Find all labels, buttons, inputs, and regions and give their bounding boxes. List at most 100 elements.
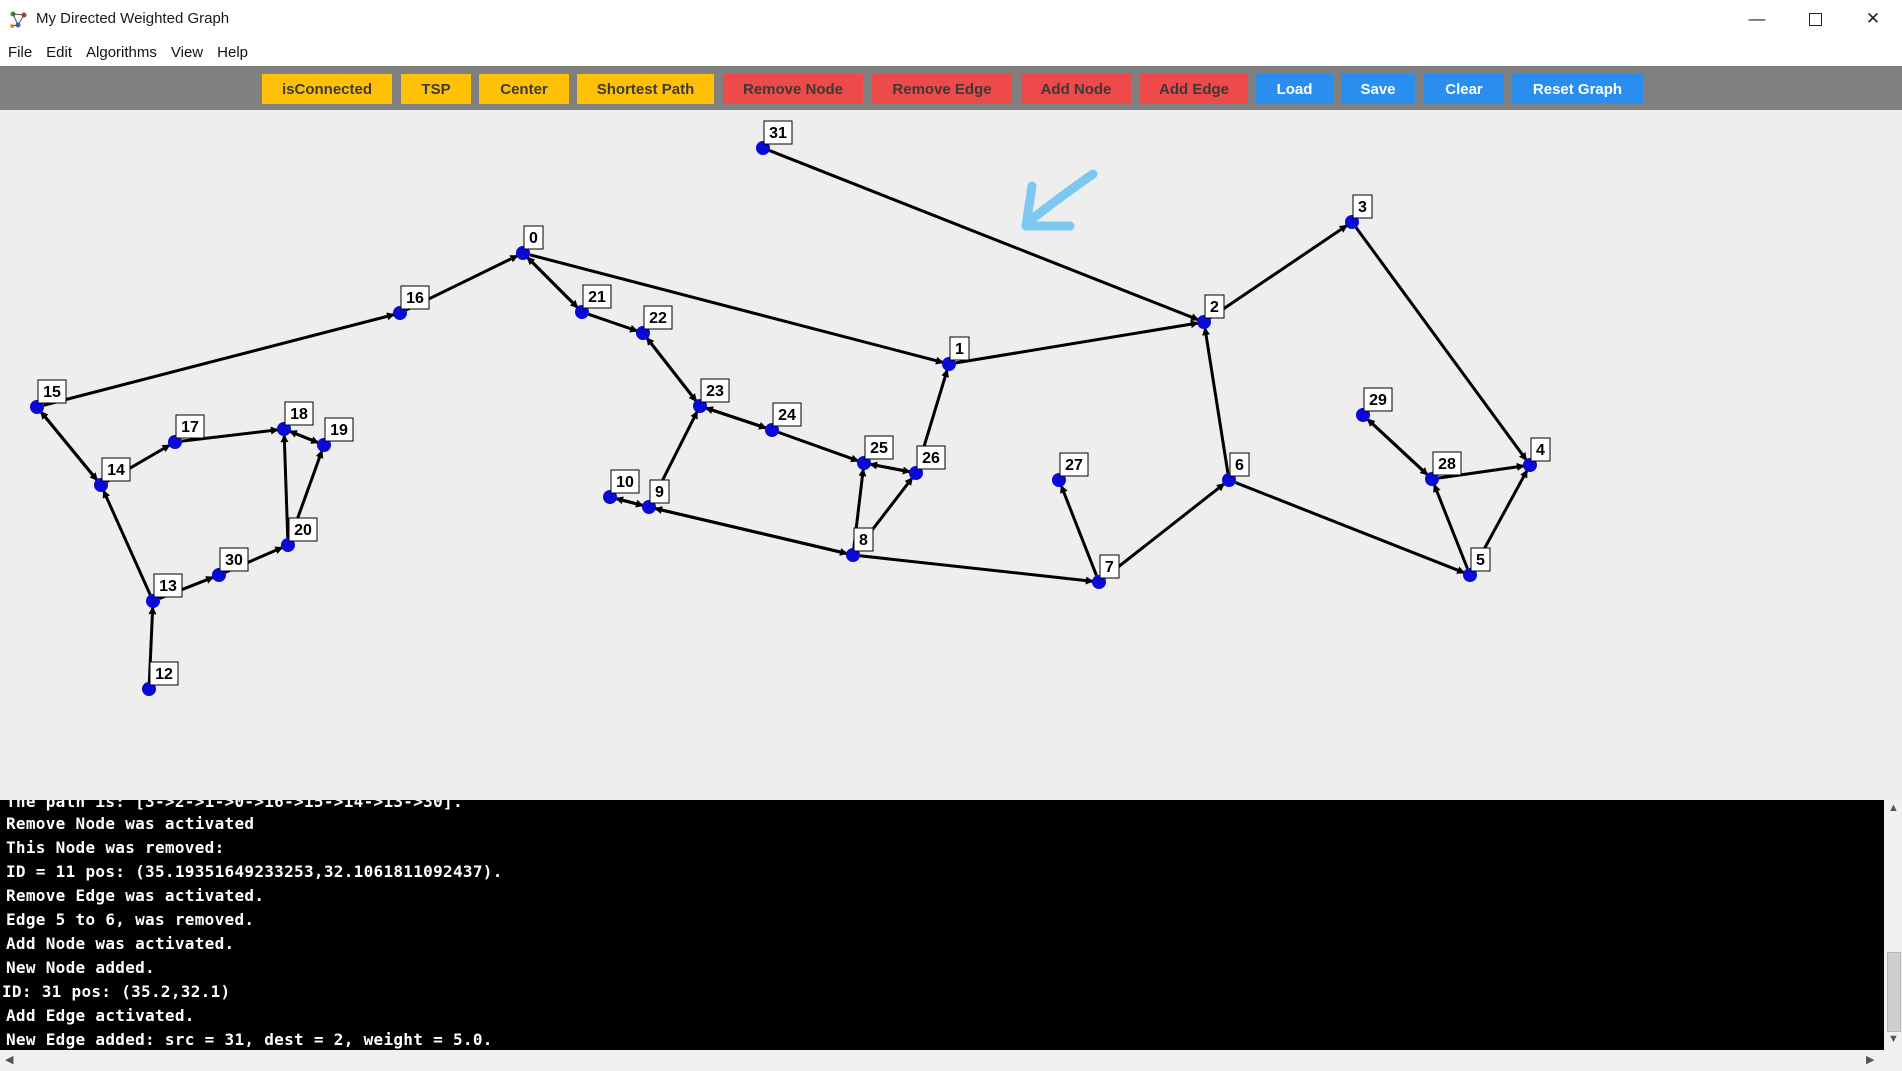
node-label: 19 (330, 422, 348, 439)
graph-node-29[interactable]: 29 (1356, 387, 1393, 422)
graph-edge-6-5 (1234, 481, 1466, 575)
scroll-down-icon[interactable]: ▼ (1888, 1033, 1899, 1045)
close-button[interactable]: ✕ (1844, 0, 1902, 38)
console-vertical-scrollbar[interactable]: ▲ ▼ (1884, 800, 1902, 1050)
remove-node-button[interactable]: Remove Node (723, 74, 863, 104)
tsp-button[interactable]: TSP (401, 74, 471, 104)
graph-node-30[interactable]: 30 (212, 547, 249, 582)
console-line: Remove Node was activated (6, 814, 255, 833)
graph-node-12[interactable]: 12 (142, 661, 179, 696)
node-label: 7 (1105, 559, 1114, 576)
graph-node-26[interactable]: 26 (909, 445, 946, 480)
minimize-button[interactable]: — (1728, 0, 1786, 38)
remove-edge-button[interactable]: Remove Edge (872, 74, 1012, 104)
graph-edge-19-18 (288, 429, 319, 444)
node-label: 20 (294, 522, 312, 539)
graph-node-15[interactable]: 15 (30, 379, 67, 414)
add-node-button[interactable]: Add Node (1021, 74, 1131, 104)
scroll-up-icon[interactable]: ▲ (1888, 802, 1899, 814)
node-label: 14 (107, 462, 125, 479)
graph-edge-23-22 (645, 336, 697, 402)
graph-edge-24-25 (778, 430, 860, 463)
graph-node-14[interactable]: 14 (94, 457, 131, 492)
node-label: 29 (1369, 392, 1387, 409)
node-label: 15 (43, 384, 61, 401)
graph-node-19[interactable]: 19 (317, 417, 354, 452)
console-line: Add Edge activated. (6, 1006, 195, 1025)
graph-edge-5-28 (1432, 483, 1469, 570)
graph-edge-7-6 (1103, 482, 1226, 579)
center-button[interactable]: Center (479, 74, 569, 104)
scroll-left-icon[interactable]: ◀ (5, 1053, 13, 1066)
graph-edge-26-25 (869, 461, 910, 474)
menu-edit[interactable]: Edit (38, 44, 78, 61)
graph-node-0[interactable]: 0 (516, 225, 544, 260)
graph-node-1[interactable]: 1 (942, 336, 970, 371)
graph-node-4[interactable]: 4 (1523, 437, 1551, 472)
title-bar: My Directed Weighted Graph — ✕ (0, 0, 1902, 38)
console-line: Remove Edge was activated. (6, 886, 265, 905)
graph-node-16[interactable]: 16 (393, 285, 430, 320)
graph-node-21[interactable]: 21 (575, 284, 612, 319)
graph-edge-21-22 (588, 312, 639, 333)
node-label: 4 (1536, 442, 1545, 459)
node-label: 5 (1476, 552, 1485, 569)
console-line: New Edge added: src = 31, dest = 2, weig… (6, 1030, 493, 1049)
node-label: 13 (159, 578, 177, 595)
graph-edge-1-2 (955, 320, 1199, 365)
graph-edge-7-27 (1059, 484, 1098, 577)
shortest-path-button[interactable]: Shortest Path (577, 74, 714, 104)
menu-file[interactable]: File (0, 44, 38, 61)
graph-edge-24-23 (704, 406, 766, 430)
node-label: 6 (1235, 457, 1244, 474)
console-line: New Node added. (6, 958, 155, 977)
graph-edge-9-10 (615, 496, 643, 507)
menu-algorithms[interactable]: Algorithms (78, 44, 163, 61)
save-button[interactable]: Save (1341, 74, 1415, 104)
graph-edge-8-7 (859, 554, 1094, 585)
node-label: 21 (588, 289, 606, 306)
load-button[interactable]: Load (1256, 74, 1333, 104)
minimize-icon: — (1748, 9, 1766, 28)
graph-edge-15-14 (40, 411, 99, 482)
isconnected-button[interactable]: isConnected (262, 74, 392, 104)
graph-node-24[interactable]: 24 (765, 402, 802, 437)
console-line: This Node was removed: (6, 838, 225, 857)
graph-edge-31-2 (768, 149, 1200, 322)
clear-button[interactable]: Clear (1424, 74, 1504, 104)
node-label: 31 (769, 125, 787, 142)
close-icon: ✕ (1865, 9, 1881, 28)
console-line: Add Node was activated. (6, 934, 235, 953)
menu-view[interactable]: View (163, 44, 209, 61)
graph-node-23[interactable]: 23 (693, 378, 730, 413)
console-horizontal-scrollbar[interactable]: ◀ ▶ (0, 1050, 1902, 1071)
graph-node-18[interactable]: 18 (277, 401, 314, 436)
graph-edge-0-1 (529, 253, 944, 365)
graph-edge-20-18 (280, 434, 290, 539)
node-label: 10 (616, 474, 634, 491)
node-label: 26 (922, 450, 940, 467)
node-label: 12 (155, 666, 173, 683)
reset-graph-button[interactable]: Reset Graph (1512, 74, 1643, 104)
maximize-button[interactable] (1786, 0, 1844, 38)
node-label: 9 (655, 484, 664, 501)
node-label: 1 (955, 341, 964, 358)
graph-node-28[interactable]: 28 (1425, 451, 1462, 486)
graph-node-13[interactable]: 13 (146, 573, 183, 608)
node-label: 25 (870, 440, 888, 457)
graph-edge-9-8 (655, 507, 848, 556)
graph-node-17[interactable]: 17 (168, 414, 205, 449)
graph-node-31[interactable]: 31 (756, 120, 793, 155)
graph-node-9[interactable]: 9 (642, 479, 670, 514)
add-edge-button[interactable]: Add Edge (1140, 74, 1248, 104)
scroll-right-icon[interactable]: ▶ (1866, 1053, 1874, 1066)
toolbar: isConnected TSP Center Shortest Path Rem… (0, 66, 1902, 110)
graph-edge-6-2 (1202, 327, 1230, 474)
graph-canvas[interactable]: 31 3 0 16 21 22 2 1 15 23 24 29 17 18 19 14 25 26 27 6 4 28 10… (0, 110, 1902, 800)
graph-node-22[interactable]: 22 (636, 305, 673, 340)
graph-node-2[interactable]: 2 (1197, 294, 1225, 329)
graph-node-3[interactable]: 3 (1345, 194, 1373, 229)
graph-node-27[interactable]: 27 (1052, 452, 1089, 487)
scrollbar-thumb[interactable] (1887, 952, 1901, 1032)
menu-help[interactable]: Help (209, 44, 254, 61)
